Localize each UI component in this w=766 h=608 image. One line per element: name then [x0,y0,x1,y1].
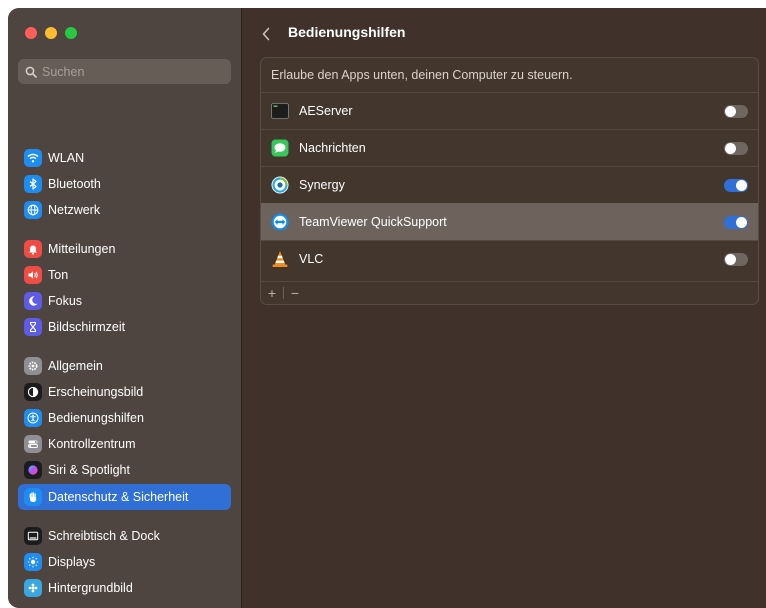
toggle-vlc[interactable] [724,253,748,266]
sidebar-item-hintergrundbild[interactable]: Hintergrundbild [18,575,231,601]
siri-icon [24,461,42,479]
toggle-aeserver[interactable] [724,105,748,118]
sidebar-item-displays[interactable]: Displays [18,549,231,575]
sidebar-item-label: Bildschirmzeit [48,320,126,334]
sidebar-item-netzwerk[interactable]: Netzwerk [18,197,231,223]
close-window-button[interactable] [25,27,37,39]
accessibility-icon [24,409,42,427]
vlc-cone-icon [271,250,289,268]
panel-footer: + − [261,281,758,304]
bluetooth-icon [24,175,42,193]
toggle-teamviewer-quicksupport[interactable] [724,216,748,229]
sidebar-item-label: Kontrollzentrum [48,437,136,451]
app-name: TeamViewer QuickSupport [299,215,447,229]
sidebar: WLAN Bluetooth Netzwerk Mi [8,8,242,608]
sidebar-item-kontrollzentrum[interactable]: Kontrollzentrum [18,431,231,457]
window-controls [25,27,77,39]
wifi-icon [24,149,42,167]
app-name: VLC [299,252,324,266]
app-row-synergy[interactable]: Synergy [261,166,758,203]
sidebar-item-label: Ton [48,268,69,282]
synergy-icon [271,176,289,194]
sidebar-item-schreibtisch-dock[interactable]: Schreibtisch & Dock [18,523,231,549]
app-row-aeserver[interactable]: AEServer [261,92,758,129]
toggle-nachrichten[interactable] [724,142,748,155]
appearance-icon [24,383,42,401]
sidebar-item-label: WLAN [48,151,85,165]
sidebar-item-label: Allgemein [48,359,103,373]
sun-icon [24,553,42,571]
panel-description: Erlaube den Apps unten, deinen Computer … [261,58,758,93]
sidebar-item-wlan[interactable]: WLAN [18,145,231,171]
gear-icon [24,357,42,375]
sidebar-item-datenschutz-sicherheit[interactable]: Datenschutz & Sicherheit [18,484,231,510]
app-permissions-panel: Erlaube den Apps unten, deinen Computer … [260,57,759,305]
toggle-synergy[interactable] [724,179,748,192]
settings-window: WLAN Bluetooth Netzwerk Mi [8,8,766,608]
sidebar-item-bluetooth[interactable]: Bluetooth [18,171,231,197]
add-app-button[interactable]: + [261,282,283,304]
search-field[interactable] [18,59,231,84]
toggle-knob [736,180,747,191]
minimize-window-button[interactable] [45,27,57,39]
sidebar-item-label: Netzwerk [48,203,101,217]
teamviewer-icon [271,213,289,231]
terminal-icon [271,102,289,120]
app-row-nachrichten[interactable]: Nachrichten [261,129,758,166]
zoom-window-button[interactable] [65,27,77,39]
app-name: Synergy [299,178,345,192]
sidebar-item-label: Displays [48,555,96,569]
back-button[interactable] [259,25,273,43]
sidebar-item-mitteilungen[interactable]: Mitteilungen [18,236,231,262]
sidebar-item-fokus[interactable]: Fokus [18,288,231,314]
sidebar-item-bildschirmzeit[interactable]: Bildschirmzeit [18,314,231,340]
header: Bedienungshilfen [242,8,766,60]
search-input[interactable] [42,64,222,79]
toggles-icon [24,435,42,453]
sidebar-item-ton[interactable]: Ton [18,262,231,288]
globe-icon [24,201,42,219]
wallpaper-icon [24,579,42,597]
remove-app-button[interactable]: − [284,282,306,304]
search-icon [25,66,37,78]
sidebar-item-label: Siri & Spotlight [48,463,130,477]
chevron-left-icon [262,27,270,41]
sidebar-item-erscheinungsbild[interactable]: Erscheinungsbild [18,379,231,405]
bell-icon [24,240,42,258]
app-name: Nachrichten [299,141,366,155]
dock-icon [24,527,42,545]
messages-icon [271,139,289,157]
toggle-knob [725,143,736,154]
sidebar-item-label: Erscheinungsbild [48,385,144,399]
sidebar-item-label: Bedienungshilfen [48,411,144,425]
app-name: AEServer [299,104,353,118]
toggle-knob [736,217,747,228]
sidebar-item-label: Schreibtisch & Dock [48,529,160,543]
hourglass-icon [24,318,42,336]
app-row-vlc[interactable]: VLC [261,240,758,277]
sidebar-item-bedienungshilfen[interactable]: Bedienungshilfen [18,405,231,431]
speaker-icon [24,266,42,284]
sidebar-item-label: Datenschutz & Sicherheit [48,490,189,504]
page-title: Bedienungshilfen [288,24,406,40]
sidebar-item-siri-spotlight[interactable]: Siri & Spotlight [18,457,231,483]
toggle-knob [725,254,736,265]
moon-icon [24,292,42,310]
toggle-knob [725,106,736,117]
sidebar-item-label: Mitteilungen [48,242,116,256]
sidebar-item-allgemein[interactable]: Allgemein [18,353,231,379]
sidebar-item-label: Bluetooth [48,177,101,191]
main-content: Bedienungshilfen Erlaube den Apps unten,… [242,8,766,608]
app-row-teamviewer-quicksupport[interactable]: TeamViewer QuickSupport [261,203,758,240]
sidebar-item-label: Fokus [48,294,83,308]
hand-icon [24,488,42,506]
